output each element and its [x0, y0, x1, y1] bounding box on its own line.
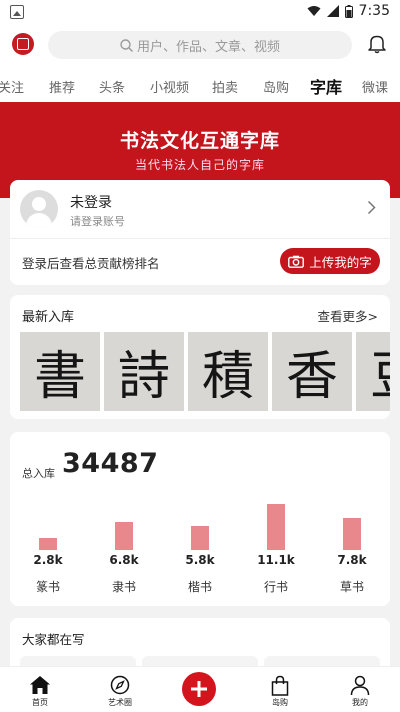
style-bar-chart [10, 490, 390, 550]
chart-bar [191, 526, 209, 550]
tab-micro-course[interactable]: 微课 [362, 77, 388, 96]
chart-bar [267, 504, 285, 550]
divider [10, 238, 390, 239]
glyph-thumbnail[interactable]: 積 [188, 332, 268, 411]
search-bar[interactable]: 用户、作品、文章、视频 [48, 31, 352, 59]
nav-island-shop-label: 岛购 [272, 698, 288, 707]
user-icon [350, 675, 370, 695]
stats-card: 总入库 34487 2.8k 篆书 6.8k 隶书 5.8k 楷书 11.1k 行书 7.8k 草… [10, 432, 390, 606]
tab-short-video[interactable]: 小视频 [150, 77, 189, 96]
tab-font-library[interactable]: 字库 [310, 74, 342, 98]
chart-bar [39, 538, 57, 550]
bottom-navigation: 首页 艺术圈 岛购 我的 [0, 666, 400, 712]
compass-icon [110, 675, 130, 695]
tab-auction[interactable]: 拍卖 [212, 77, 238, 96]
search-placeholder: 用户、作品、文章、视频 [136, 39, 280, 55]
popular-writing-title: 大家都在写 [22, 632, 85, 647]
chart-bar [343, 518, 361, 550]
glyph-thumbnail[interactable]: 豆 [356, 332, 390, 411]
status-time: 7:35 [358, 3, 390, 19]
plus-icon [191, 681, 207, 697]
rank-hint: 登录后查看总贡献榜排名 [22, 256, 160, 271]
top-header: 用户、作品、文章、视频 [0, 24, 400, 68]
tab-headlines[interactable]: 头条 [99, 77, 125, 96]
bar-category-label: 行书 [263, 580, 288, 594]
glyph-thumbnail[interactable]: 書 [20, 332, 100, 411]
wifi-icon [307, 6, 321, 16]
home-icon [30, 676, 50, 694]
nav-home[interactable]: 首页 [15, 673, 65, 708]
image-notification-icon [10, 5, 24, 19]
view-more-link[interactable]: 查看更多> [318, 306, 378, 325]
newest-title: 最新入库 [22, 310, 75, 325]
bar-value-label: 11.1k [257, 553, 295, 567]
bar-value-label: 5.8k [185, 553, 215, 567]
glyph-thumbnails: 書 詩 積 香 豆 [20, 332, 390, 411]
nav-art-circle[interactable]: 艺术圈 [95, 673, 145, 708]
tab-island-shop[interactable]: 岛购 [263, 77, 289, 96]
chevron-right-icon[interactable] [367, 200, 376, 215]
total-label: 总入库 [22, 467, 55, 480]
app-logo[interactable] [12, 33, 34, 55]
banner-title: 书法文化互通字库 [119, 130, 280, 152]
newest-card: 最新入库 查看更多> 書 詩 積 香 豆 [10, 295, 390, 419]
glyph-thumbnail[interactable]: 香 [272, 332, 352, 411]
status-bar: 7:35 [0, 0, 400, 24]
bell-icon[interactable] [368, 34, 386, 54]
bar-category-label: 草书 [339, 580, 364, 594]
nav-me-label: 我的 [352, 698, 368, 707]
publish-button[interactable] [182, 672, 216, 706]
upload-my-glyph-button[interactable]: 上传我的字 [280, 248, 380, 274]
bar-category-label: 篆书 [35, 580, 60, 594]
chart-bar [115, 522, 133, 550]
login-hint: 请登录账号 [70, 215, 125, 228]
bar-value-label: 2.8k [33, 553, 63, 567]
signal-icon [326, 5, 339, 17]
nav-home-label: 首页 [32, 698, 48, 707]
nav-island-shop[interactable]: 岛购 [255, 673, 305, 708]
bar-value-label: 6.8k [109, 553, 139, 567]
bar-value-label: 7.8k [337, 553, 367, 567]
total-value: 34487 [62, 448, 159, 479]
upload-button-label: 上传我的字 [309, 254, 372, 270]
login-status[interactable]: 未登录 [70, 192, 112, 212]
category-tabs: 关注 推荐 头条 小视频 拍卖 岛购 字库 微课 [0, 68, 400, 102]
bar-category-label: 楷书 [187, 580, 212, 594]
nav-me[interactable]: 我的 [335, 673, 385, 708]
shopping-bag-icon [271, 675, 289, 696]
camera-icon [288, 255, 305, 268]
search-icon [120, 38, 133, 52]
login-card: 未登录 请登录账号 登录后查看总贡献榜排名 上传我的字 [10, 180, 390, 285]
tab-recommend[interactable]: 推荐 [49, 77, 75, 96]
banner-subtitle: 当代书法人自己的字库 [134, 158, 265, 172]
bar-category-label: 隶书 [111, 580, 136, 594]
battery-icon [344, 4, 353, 18]
tab-follow[interactable]: 关注 [0, 77, 24, 96]
avatar[interactable] [20, 190, 58, 228]
glyph-thumbnail[interactable]: 詩 [104, 332, 184, 411]
nav-art-circle-label: 艺术圈 [108, 698, 132, 707]
